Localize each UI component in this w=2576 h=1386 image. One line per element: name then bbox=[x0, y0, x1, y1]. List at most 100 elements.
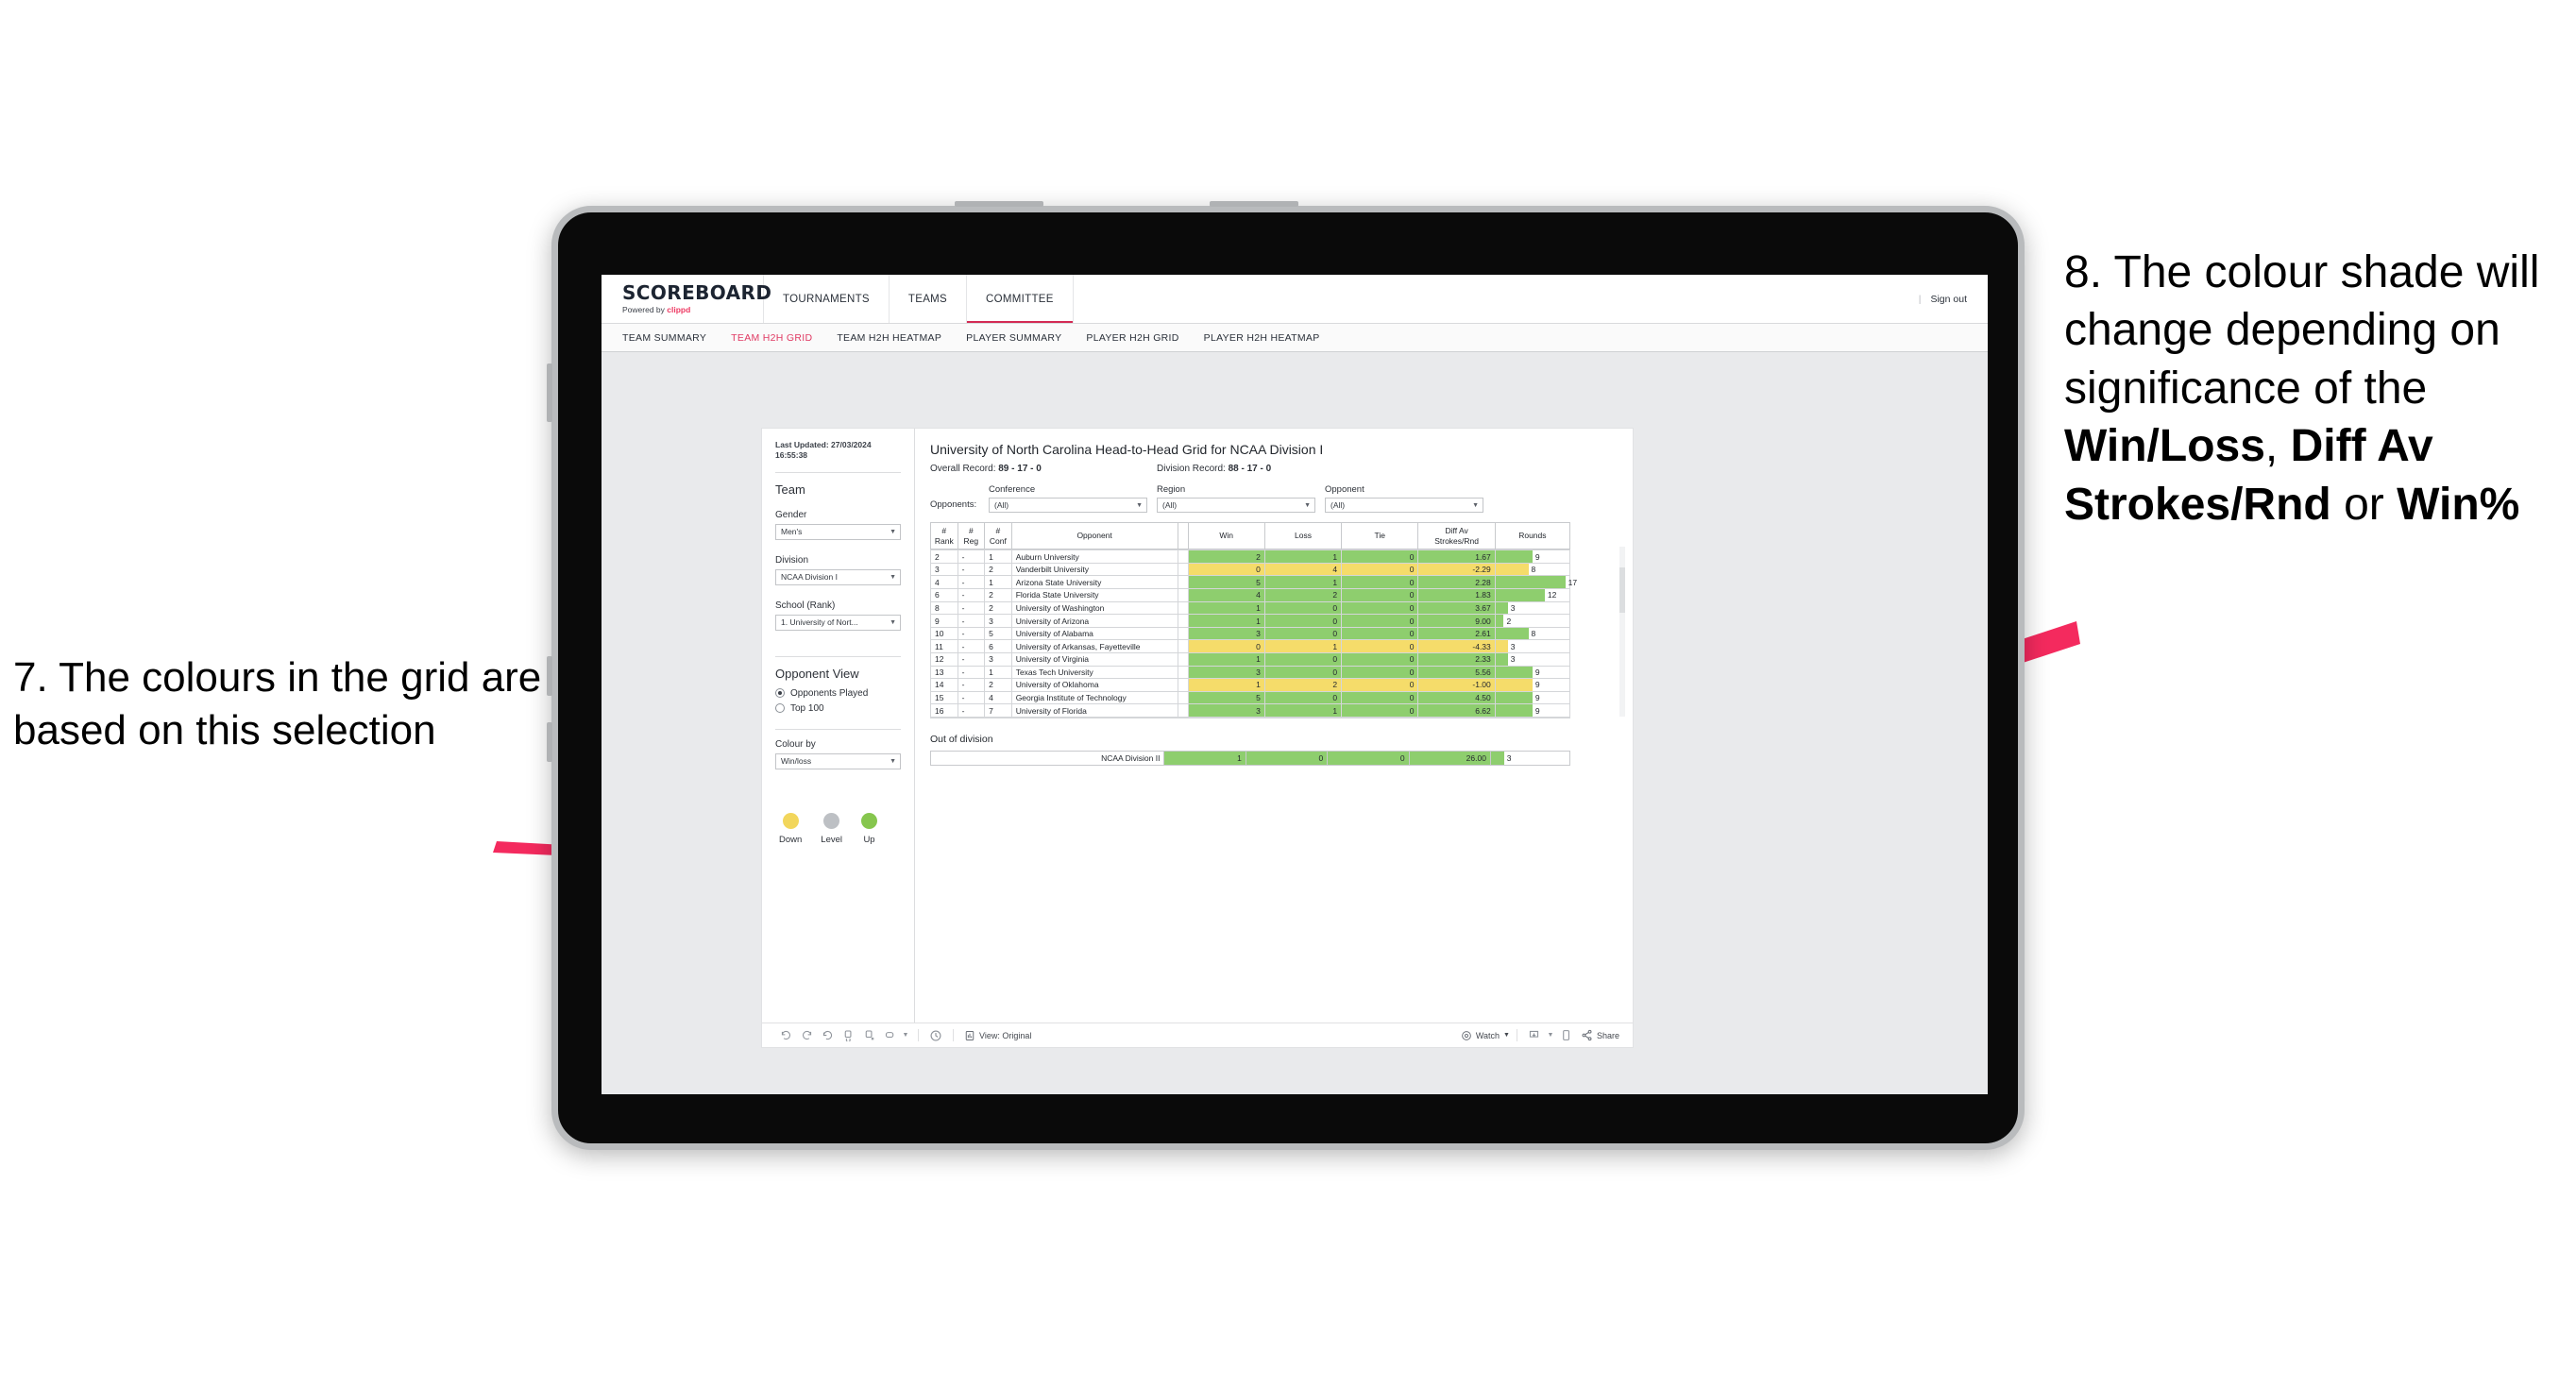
nav-teams[interactable]: TEAMS bbox=[890, 275, 968, 323]
cell-rank: 3 bbox=[930, 562, 958, 577]
table-row[interactable]: 12-3 University of Virginia 1 0 0 2.33 3 bbox=[930, 652, 1571, 667]
col-diff-av-strokes: Diff Av Strokes/Rnd bbox=[1417, 521, 1496, 550]
undo-icon[interactable] bbox=[775, 1025, 796, 1046]
sign-out-area: | Sign out bbox=[1919, 275, 1988, 323]
cell-gap bbox=[1177, 588, 1189, 602]
legend-label-up: Up bbox=[863, 834, 875, 845]
division-select[interactable]: NCAA Division I ▼ bbox=[775, 568, 901, 585]
watch-button[interactable]: Watch ▼ bbox=[1461, 1030, 1510, 1041]
conference-filter-select[interactable]: (All) ▼ bbox=[989, 498, 1147, 513]
refresh-icon[interactable] bbox=[838, 1025, 858, 1046]
cell-opponent: University of Oklahoma bbox=[1010, 678, 1178, 692]
radio-opponents-played[interactable]: Opponents Played bbox=[775, 688, 901, 699]
legend-label-level: Level bbox=[821, 834, 843, 845]
watch-label: Watch bbox=[1475, 1030, 1500, 1040]
record-summary: Overall Record: 89 - 17 - 0 Division Rec… bbox=[930, 464, 1618, 474]
device-preview-icon[interactable] bbox=[1556, 1025, 1577, 1046]
dropdown-caret-icon[interactable]: ▼ bbox=[900, 1025, 911, 1046]
brand-subtitle: Powered by clippd bbox=[622, 305, 763, 314]
cell-ood-loss: 0 bbox=[1245, 751, 1329, 767]
cell-tie: 0 bbox=[1341, 652, 1419, 667]
subnav-player-h2h-heatmap[interactable]: PLAYER H2H HEATMAP bbox=[1204, 332, 1320, 344]
table-row[interactable]: 6-2 Florida State University 4 2 0 1.83 12 bbox=[930, 588, 1571, 602]
opponent-filter-select[interactable]: (All) ▼ bbox=[1325, 498, 1483, 513]
rounds-bar bbox=[1495, 640, 1508, 652]
cell-tie: 0 bbox=[1341, 678, 1419, 692]
sign-out-link[interactable]: Sign out bbox=[1930, 294, 1967, 305]
cell-gap bbox=[1177, 690, 1189, 705]
division-label: Division bbox=[775, 554, 809, 566]
table-row[interactable]: 16-7 University of Florida 3 1 0 6.62 9 bbox=[930, 703, 1571, 718]
cell-reg: - bbox=[957, 665, 986, 680]
subnav-team-summary[interactable]: TEAM SUMMARY bbox=[622, 332, 706, 344]
cell-tie: 0 bbox=[1341, 639, 1419, 653]
subnav-player-summary[interactable]: PLAYER SUMMARY bbox=[966, 332, 1061, 344]
pause-icon[interactable] bbox=[858, 1025, 879, 1046]
table-row[interactable]: 10-5 University of Alabama 3 0 0 2.61 8 bbox=[930, 626, 1571, 641]
table-row[interactable]: 3-2 Vanderbilt University 0 4 0 -2.29 8 bbox=[930, 562, 1571, 577]
share-button[interactable]: Share bbox=[1581, 1029, 1619, 1041]
cell-diff-av-strokes: 1.83 bbox=[1417, 588, 1496, 602]
cell-win: 1 bbox=[1187, 678, 1265, 692]
table-row[interactable]: 4-1 Arizona State University 5 1 0 2.28 17 bbox=[930, 575, 1577, 590]
nav-tournaments[interactable]: TOURNAMENTS bbox=[764, 275, 890, 323]
table-row[interactable]: 14-2 University of Oklahoma 1 2 0 -1.00 9 bbox=[930, 678, 1571, 692]
h2h-grid-rows-table: 2-1 Auburn University 2 1 0 1.67 9 3-2 Vanderbil… bbox=[930, 549, 1577, 718]
region-filter-value: (All) bbox=[1162, 500, 1178, 510]
region-filter: Region (All) ▼ bbox=[1157, 484, 1315, 513]
download-caret-icon[interactable]: ▼ bbox=[1545, 1025, 1556, 1046]
colour-by-field: Colour by Win/loss ▼ bbox=[775, 739, 901, 769]
cell-reg: - bbox=[957, 678, 986, 692]
dashboard-main: University of North Carolina Head-to-Hea… bbox=[915, 429, 1633, 1023]
table-row[interactable]: 11-6 University of Arkansas, Fayetteville… bbox=[930, 639, 1571, 653]
tablet-top-button-2 bbox=[1210, 201, 1298, 207]
chevron-down-icon: ▼ bbox=[1304, 501, 1311, 509]
view-original-button[interactable]: View: Original bbox=[964, 1030, 1031, 1041]
cell-win: 5 bbox=[1187, 575, 1265, 590]
out-of-division-row[interactable]: NCAA Division II 1 0 0 26.00 3 bbox=[929, 751, 1571, 767]
gender-select[interactable]: Men's ▼ bbox=[775, 523, 901, 540]
cell-conf: 1 bbox=[984, 575, 1012, 590]
cell-opponent: University of Arizona bbox=[1010, 614, 1178, 628]
table-row[interactable]: 8-2 University of Washington 1 0 0 3.67 3 bbox=[930, 600, 1571, 616]
nav-committee[interactable]: COMMITTEE bbox=[967, 275, 1074, 323]
school-field: School (Rank) 1. University of Nort... ▼ bbox=[775, 600, 901, 631]
table-row[interactable]: 13-1 Texas Tech University 3 0 0 5.56 9 bbox=[930, 665, 1571, 680]
region-filter-select[interactable]: (All) ▼ bbox=[1157, 498, 1315, 513]
cell-tie: 0 bbox=[1341, 549, 1419, 564]
redo-icon[interactable] bbox=[796, 1025, 817, 1046]
subnav-team-h2h-grid[interactable]: TEAM H2H GRID bbox=[731, 332, 812, 344]
annotation-8-text: 8. The colour shade will change dependin… bbox=[2064, 244, 2576, 533]
subnav-player-h2h-grid[interactable]: PLAYER H2H GRID bbox=[1086, 332, 1178, 344]
scrollbar-thumb[interactable] bbox=[1619, 567, 1625, 613]
download-icon[interactable] bbox=[1524, 1025, 1545, 1046]
revert-icon[interactable] bbox=[817, 1025, 838, 1046]
school-select[interactable]: 1. University of Nort... ▼ bbox=[775, 614, 901, 631]
rounds-bar bbox=[1495, 691, 1533, 704]
brand-logo[interactable]: SCOREBOARD Powered by clippd bbox=[602, 275, 772, 323]
h2h-grid-scroll-region[interactable]: 2-1 Auburn University 2 1 0 1.67 9 3-2 Vanderbil… bbox=[930, 549, 1618, 719]
reset-icon[interactable] bbox=[879, 1025, 900, 1046]
table-row[interactable]: 9-3 University of Arizona 1 0 0 9.00 2 bbox=[930, 614, 1571, 628]
rounds-value: 9 bbox=[1534, 667, 1540, 677]
conference-filter-value: (All) bbox=[994, 500, 1009, 510]
table-row[interactable]: 2-1 Auburn University 2 1 0 1.67 9 bbox=[930, 549, 1571, 564]
cell-conf: 7 bbox=[984, 703, 1012, 718]
cell-ood-diff: 26.00 bbox=[1408, 751, 1491, 767]
cell-win: 1 bbox=[1187, 614, 1265, 628]
cell-tie: 0 bbox=[1341, 626, 1419, 641]
cell-win: 3 bbox=[1187, 665, 1265, 680]
radio-top-100[interactable]: Top 100 bbox=[775, 703, 901, 714]
division-value: NCAA Division I bbox=[781, 572, 838, 583]
brand-title: SCOREBOARD bbox=[622, 281, 772, 304]
table-vertical-scrollbar[interactable] bbox=[1619, 547, 1625, 717]
clock-icon[interactable] bbox=[925, 1025, 946, 1046]
page-title: University of North Carolina Head-to-Hea… bbox=[930, 442, 1324, 457]
colour-by-select[interactable]: Win/loss ▼ bbox=[775, 752, 901, 769]
table-row[interactable]: 15-4 Georgia Institute of Technology 5 0 0 4.… bbox=[930, 690, 1571, 705]
cell-reg: - bbox=[957, 562, 986, 577]
subnav-team-h2h-heatmap[interactable]: TEAM H2H HEATMAP bbox=[837, 332, 941, 344]
division-record-label: Division Record: bbox=[1157, 464, 1226, 474]
cell-conf: 1 bbox=[984, 665, 1012, 680]
cell-gap bbox=[1177, 665, 1189, 680]
